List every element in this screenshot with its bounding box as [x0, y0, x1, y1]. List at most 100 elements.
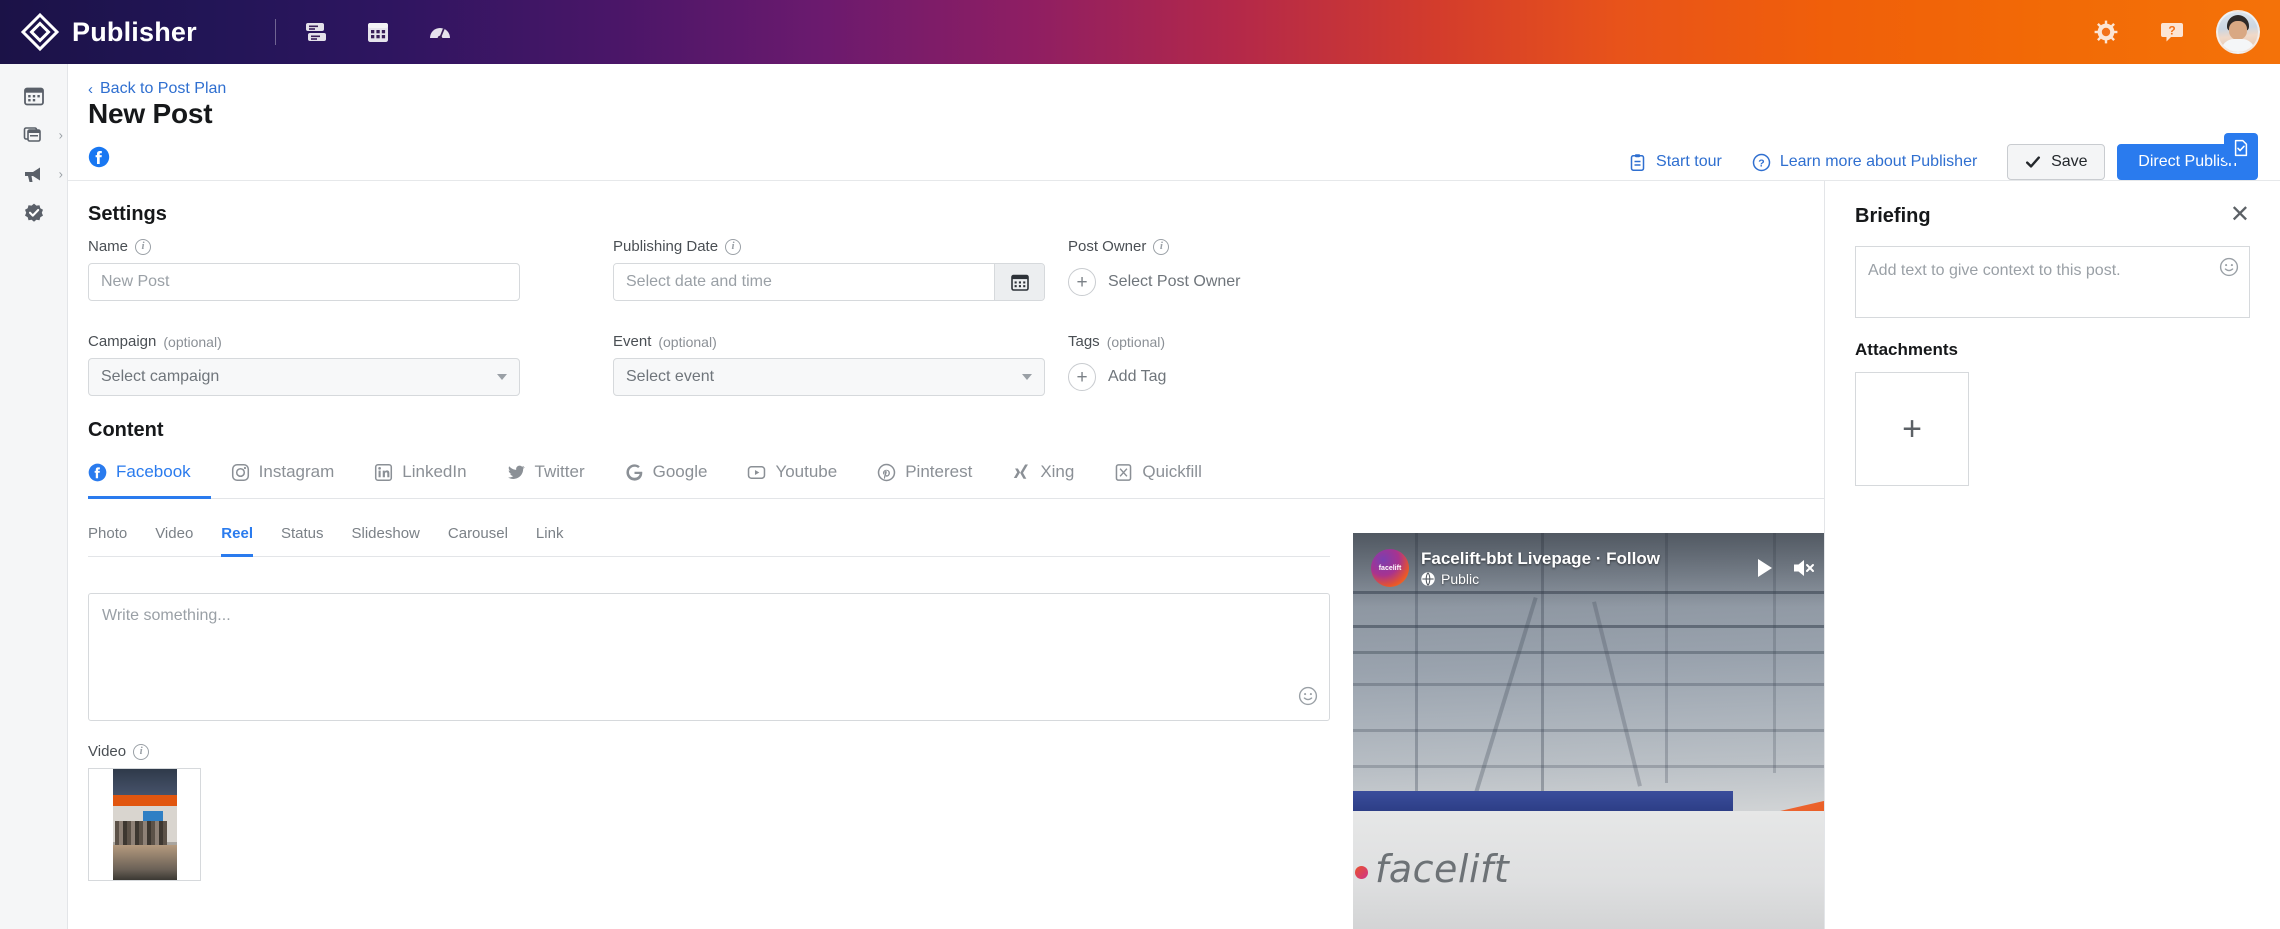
tab-pinterest[interactable]: Pinterest — [877, 456, 992, 499]
speaker-muted-icon[interactable] — [1791, 555, 1817, 581]
campaign-select[interactable]: Select campaign — [88, 358, 520, 396]
google-icon — [625, 463, 644, 482]
breadcrumb[interactable]: ‹ Back to Post Plan — [88, 80, 226, 98]
composer-placeholder: Write something... — [102, 607, 231, 624]
content-heading: Content — [88, 419, 164, 441]
type-tab-status[interactable]: Status — [281, 519, 324, 557]
tab-linkedin[interactable]: LinkedIn — [374, 456, 486, 499]
type-tab-photo[interactable]: Photo — [88, 519, 127, 557]
tab-youtube[interactable]: Youtube — [747, 456, 857, 499]
globe-icon — [1421, 572, 1435, 586]
sidebar-item-approvals[interactable] — [0, 193, 68, 232]
start-tour-label: Start tour — [1656, 153, 1722, 170]
type-tab-reel[interactable]: Reel — [221, 519, 253, 557]
preview-brand-dot — [1355, 866, 1368, 879]
briefing-toggle-button[interactable] — [2224, 133, 2258, 163]
sidebar-item-content-pool[interactable]: › — [0, 115, 68, 154]
add-attachment-button[interactable]: + — [1855, 372, 1969, 486]
calendar-icon — [1010, 274, 1029, 291]
megaphone-icon — [25, 167, 40, 182]
header-divider — [274, 19, 276, 45]
publishing-date-input[interactable] — [614, 264, 994, 300]
publishing-date-field — [613, 263, 1045, 301]
video-thumbnail[interactable] — [88, 768, 201, 881]
gear-icon[interactable] — [2084, 10, 2128, 54]
name-input[interactable] — [88, 263, 520, 301]
inbox-icon[interactable] — [294, 10, 338, 54]
post-text-composer[interactable]: Write something... — [88, 593, 1330, 721]
tab-google[interactable]: Google — [625, 456, 728, 499]
tags-label: Tags (optional) — [1068, 333, 1166, 350]
name-field-group: Name i — [88, 238, 520, 301]
plus-icon: + — [1902, 410, 1922, 448]
add-tag-button[interactable]: + — [1068, 363, 1096, 391]
left-sidebar: › › — [0, 64, 68, 929]
facebook-icon — [88, 146, 110, 168]
chevron-right-icon: › — [58, 166, 63, 181]
facebook-icon — [88, 463, 107, 482]
twitter-icon — [507, 463, 526, 482]
document-check-icon — [2232, 139, 2250, 157]
save-button[interactable]: Save — [2007, 144, 2106, 180]
preview-privacy: Public — [1421, 571, 1660, 587]
type-tab-link[interactable]: Link — [536, 519, 564, 557]
info-icon[interactable]: i — [135, 238, 152, 255]
dashboard-icon[interactable] — [418, 10, 462, 54]
diamond-logo-icon[interactable] — [18, 10, 62, 54]
event-label: Event (optional) — [613, 333, 717, 350]
video-thumbnail-image — [112, 769, 177, 880]
header-right-actions: ? — [2062, 10, 2260, 54]
event-select[interactable]: Select event — [613, 358, 1045, 396]
preview-blue-band — [1353, 791, 1733, 811]
type-tab-carousel[interactable]: Carousel — [448, 519, 508, 557]
help-icon[interactable]: ? — [2150, 10, 2194, 54]
campaign-field-group: Campaign (optional) Select campaign — [88, 333, 520, 396]
tab-facebook[interactable]: Facebook — [88, 456, 211, 499]
info-icon[interactable]: i — [133, 743, 150, 760]
tab-quickfill[interactable]: Quickfill — [1114, 456, 1222, 499]
add-post-owner-button[interactable]: + — [1068, 268, 1096, 296]
attachments-title: Attachments — [1855, 340, 1958, 359]
preview-page-avatar: facelift — [1371, 549, 1409, 587]
type-tab-slideshow[interactable]: Slideshow — [352, 519, 420, 557]
learn-more-button[interactable]: ? Learn more about Publisher — [1752, 153, 1977, 172]
briefing-panel: Briefing ✕ Add text to give context to t… — [1824, 181, 2280, 929]
avatar[interactable] — [2216, 10, 2260, 54]
close-icon[interactable]: ✕ — [2230, 202, 2250, 226]
emoji-smiley-icon[interactable] — [2219, 257, 2239, 282]
campaign-select-value: Select campaign — [101, 368, 220, 385]
play-icon[interactable] — [1751, 555, 1777, 581]
tab-twitter[interactable]: Twitter — [507, 456, 605, 499]
chevron-down-icon — [497, 374, 507, 380]
post-owner-picker[interactable]: + Select Post Owner — [1068, 263, 1488, 301]
check-icon — [2025, 154, 2041, 170]
start-tour-button[interactable]: Start tour — [1628, 153, 1722, 172]
page-header: ‹ Back to Post Plan New Post Start tour — [68, 64, 2280, 181]
quickfill-icon — [1114, 463, 1133, 482]
tab-linkedin-label: LinkedIn — [402, 462, 467, 481]
add-tag-placeholder: Add Tag — [1108, 368, 1167, 385]
pinterest-icon — [877, 463, 896, 482]
tab-youtube-label: Youtube — [775, 462, 838, 481]
tab-instagram[interactable]: Instagram — [231, 456, 355, 499]
emoji-smiley-icon[interactable] — [1298, 686, 1318, 711]
chevron-left-icon: ‹ — [88, 80, 93, 98]
settings-heading: Settings — [88, 203, 167, 225]
calendar-icon[interactable] — [356, 10, 400, 54]
post-owner-field-group: Post Owner i + Select Post Owner — [1068, 238, 1488, 301]
question-circle-icon: ? — [1752, 153, 1771, 172]
info-icon[interactable]: i — [1153, 238, 1170, 255]
briefing-textarea[interactable]: Add text to give context to this post. — [1855, 246, 2250, 318]
sidebar-item-campaigns[interactable]: › — [0, 154, 68, 193]
tab-xing[interactable]: Xing — [1012, 456, 1094, 499]
sidebar-item-calendar[interactable] — [0, 76, 68, 115]
chevron-right-icon: › — [58, 127, 63, 142]
post-owner-label: Post Owner i — [1068, 238, 1488, 255]
preview-brand-text: facelift — [1375, 847, 1510, 891]
clipboard-icon — [1628, 153, 1647, 172]
type-tab-video[interactable]: Video — [155, 519, 193, 557]
calendar-picker-button[interactable] — [994, 264, 1044, 300]
preview-privacy-label: Public — [1441, 571, 1480, 587]
tags-picker[interactable]: + Add Tag — [1068, 358, 1488, 396]
info-icon[interactable]: i — [725, 238, 742, 255]
